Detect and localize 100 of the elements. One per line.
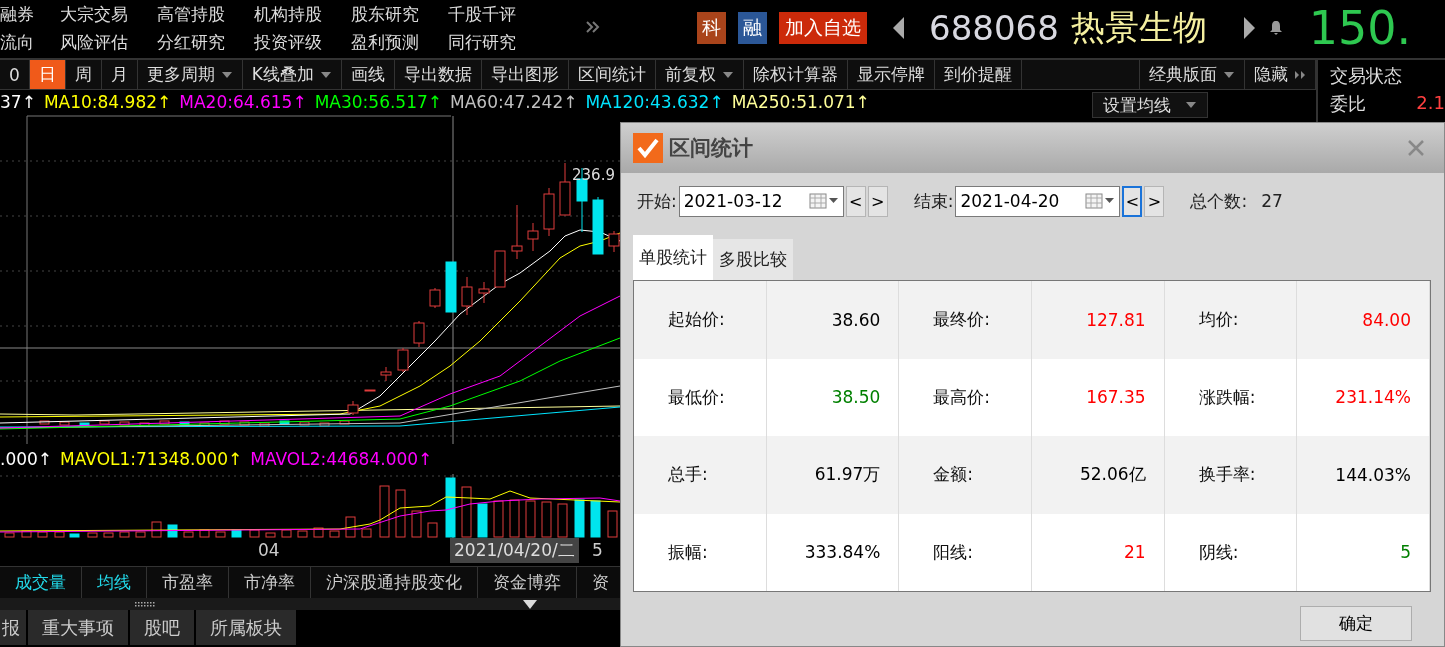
volume-bar [525,500,536,538]
add-watchlist-button[interactable]: 加入自选 [779,12,867,44]
volume-bar [379,485,390,538]
legend-label: MA10:84.982↑ [43,92,172,112]
volume-bar [557,503,568,538]
down-triangle-icon[interactable] [523,599,537,609]
volume-bar [345,516,356,538]
toolbar-button[interactable]: 前复权 [656,60,744,89]
legend-label: MA120:43.632↑ [585,92,724,112]
stock-price: 150. [1308,1,1412,55]
panel-title: 交易状态 [1330,64,1403,88]
period-tab[interactable]: 0 [0,60,30,89]
toolbar-button[interactable]: 画线 [342,60,395,89]
volume-bar [574,499,585,538]
bottom-tab[interactable]: 股吧 [130,610,194,645]
period-tab[interactable]: 周 [65,60,102,89]
candlestick [99,420,110,425]
toolbar-button[interactable]: 到价提醒 [935,60,1022,89]
calendar-icon [1085,193,1116,209]
step-button[interactable]: > [1144,185,1165,217]
hide-button[interactable]: 隐藏 [1245,60,1316,89]
toolbar-button[interactable]: 除权计算器 [744,60,848,89]
volume-bar [4,532,15,538]
date-field[interactable]: 2021-03-12 [678,185,844,217]
caret-icon [1185,101,1197,109]
stat-label: 起始价: [634,281,767,359]
bottom-tab[interactable]: 重大事项 [28,610,128,645]
step-button[interactable]: > [867,185,888,217]
candlestick [239,421,250,426]
menu-item[interactable]: 同行研究 [448,30,545,54]
volume-bar [215,531,226,538]
tag: 科 [697,12,726,44]
menu-item[interactable]: 融券 [0,2,60,26]
menu-item[interactable]: 高管持股 [157,2,254,26]
bottom-tab[interactable]: 报 [0,610,26,645]
volume-bar [119,531,130,538]
right-arrow-icon[interactable] [1242,17,1255,39]
stat-label: 总手: [634,436,767,514]
toolbar-button[interactable]: 导出数据 [395,60,482,89]
period-tab[interactable]: 月 [101,60,138,89]
candlestick [259,422,270,427]
menu-item[interactable]: 风险评估 [60,30,157,54]
toolbar-button[interactable]: 更多周期 [137,60,243,89]
legend-label: MAVOL1:71348.000↑ [60,449,243,469]
menu-item[interactable]: 盈利预测 [351,30,448,54]
candlestick [159,420,170,425]
volume-bar [509,499,520,538]
candlestick [364,389,376,392]
candlestick [319,422,330,427]
quote-label: 委比 [1330,92,1366,116]
volume-bar [249,529,260,538]
candlestick [413,320,425,348]
menu-item[interactable]: 投资评级 [254,30,351,54]
toolbar-button[interactable]: 显示停牌 [848,60,935,89]
menu-item[interactable]: 流向 [0,30,60,54]
stat-value: 38.60 [766,281,900,359]
menu-item[interactable]: 大宗交易 [60,2,157,26]
legend-label: MA250:51.071↑ [731,92,870,112]
candlestick [339,420,350,425]
left-arrow-icon[interactable] [893,17,905,39]
stat-label: 换手率: [1164,436,1298,514]
candlestick [179,421,190,426]
stat-label: 振幅: [634,513,767,591]
step-button[interactable]: < [1122,185,1143,217]
layout-menu[interactable]: 经典版面 [1140,60,1245,89]
toolbar-button[interactable]: 区间统计 [569,60,656,89]
menu-item[interactable]: 股东研究 [351,2,448,26]
volume-bar [313,527,324,538]
toolbar-button[interactable]: K线叠加 [242,60,342,89]
cursor-date-label: 2021/04/20/二 [450,538,579,563]
candlestick [347,400,359,416]
grip-icon[interactable] [135,601,155,607]
bottom-tab[interactable]: 所属板块 [196,610,296,645]
volume-bar [54,531,65,538]
volume-bar [183,531,194,538]
stat-label: 金额: [899,436,1032,514]
dialog-tab[interactable]: 单股统计 [633,235,713,280]
candlestick [608,230,620,253]
candlestick [527,222,539,252]
menu-item[interactable]: 机构持股 [254,2,351,26]
menu-item[interactable]: 千股千评 [448,2,545,26]
step-button[interactable]: < [845,185,866,217]
candlestick [139,422,150,427]
double-chevron-icon[interactable] [585,20,601,34]
stat-label: 阳线: [899,513,1032,591]
volume-bar [87,532,98,538]
price-label: 236.9 [572,166,615,184]
candlestick [445,261,457,313]
toolbar-button[interactable]: 导出图形 [482,60,569,89]
candlestick [429,287,441,309]
bell-icon[interactable] [1268,20,1283,36]
ma-settings-button[interactable]: 设置均线 [1092,92,1208,118]
dialog-tab[interactable]: 多股比较 [713,239,793,280]
legend-label: MA30:56.517↑ [314,92,443,112]
candlestick [59,421,70,426]
ok-button[interactable]: 确定 [1300,606,1412,641]
stat-value: 52.06亿 [1032,436,1165,514]
date-field[interactable]: 2021-04-20 [955,185,1121,217]
legend-label: .000↑ [0,449,53,469]
menu-item[interactable]: 分红研究 [157,30,254,54]
